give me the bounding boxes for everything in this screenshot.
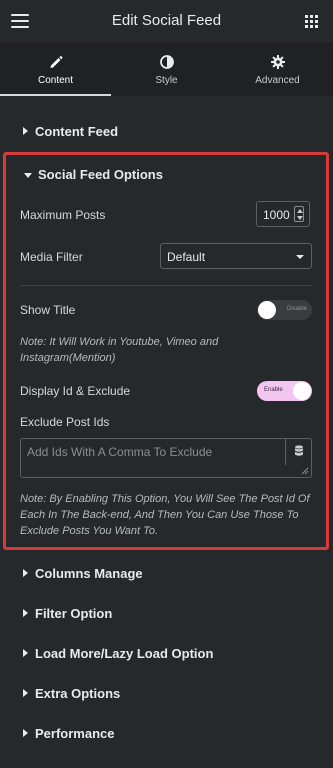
dynamic-tags-button[interactable] xyxy=(285,439,311,465)
media-filter-label: Media Filter xyxy=(20,250,83,264)
section-extra-options[interactable]: Extra Options xyxy=(0,674,333,714)
grid-icon[interactable] xyxy=(305,15,318,28)
maximum-posts-value: 1000 xyxy=(263,208,290,222)
tab-style[interactable]: Style xyxy=(111,42,222,96)
database-icon xyxy=(295,445,303,456)
section-label: Content Feed xyxy=(35,124,119,139)
tab-advanced[interactable]: Advanced xyxy=(222,42,333,96)
caret-right-icon xyxy=(23,689,28,697)
section-filter-option[interactable]: Filter Option xyxy=(0,594,333,634)
caret-down-icon[interactable] xyxy=(24,173,32,178)
show-title-note: Note: It Will Work in Youtube, Vimeo and… xyxy=(20,336,219,364)
caret-right-icon xyxy=(23,569,28,577)
maximum-posts-input[interactable]: 1000 xyxy=(256,201,310,227)
exclude-post-ids-label: Exclude Post Ids xyxy=(20,415,110,429)
show-title-label: Show Title xyxy=(20,303,76,317)
panel-tabs: Content Style Advanced xyxy=(0,42,333,96)
section-label: Performance xyxy=(35,726,115,741)
display-id-toggle[interactable]: Enable xyxy=(257,381,312,401)
toggle-state-text: Enable xyxy=(264,387,283,393)
exclude-post-ids-placeholder: Add Ids With A Comma To Exclude xyxy=(27,445,213,459)
tab-label: Content xyxy=(37,75,74,86)
caret-right-icon xyxy=(23,609,28,617)
gear-icon xyxy=(270,55,285,69)
pencil-icon xyxy=(50,55,63,68)
resize-grip-icon[interactable] xyxy=(299,465,309,475)
spinner-icon[interactable] xyxy=(294,206,304,222)
maximum-posts-label: Maximum Posts xyxy=(20,208,106,222)
section-label: Load More/Lazy Load Option xyxy=(35,646,214,661)
section-label: Filter Option xyxy=(35,606,113,621)
caret-right-icon xyxy=(23,729,28,737)
section-columns-manage[interactable]: Columns Manage xyxy=(0,554,333,594)
section-label[interactable]: Social Feed Options xyxy=(38,167,163,182)
display-id-label: Display Id & Exclude xyxy=(20,384,131,398)
chevron-down-icon xyxy=(296,255,304,259)
caret-right-icon xyxy=(23,127,28,135)
toggle-state-text: Disable xyxy=(286,306,307,312)
exclude-post-ids-field[interactable]: Add Ids With A Comma To Exclude xyxy=(20,438,312,478)
caret-right-icon xyxy=(23,649,28,657)
exclude-note: Note: By Enabling This Option, You Will … xyxy=(20,493,310,537)
section-load-more[interactable]: Load More/Lazy Load Option xyxy=(0,634,333,674)
media-filter-select[interactable]: Default xyxy=(160,243,312,269)
toggle-knob xyxy=(258,301,276,319)
section-content-feed[interactable]: Content Feed xyxy=(0,112,333,152)
tab-content[interactable]: Content xyxy=(0,42,111,96)
divider xyxy=(20,285,312,286)
toggle-knob xyxy=(293,382,311,400)
section-label: Columns Manage xyxy=(35,566,143,581)
tab-label: Style xyxy=(155,75,178,86)
section-performance[interactable]: Performance xyxy=(0,714,333,754)
media-filter-value: Default xyxy=(167,250,206,264)
show-title-toggle[interactable]: Disable xyxy=(257,300,312,320)
half-circle-icon xyxy=(159,55,174,69)
section-label: Extra Options xyxy=(35,686,121,701)
tab-label: Advanced xyxy=(255,75,300,86)
top-bar: Edit Social Feed xyxy=(0,0,333,42)
page-title: Edit Social Feed xyxy=(111,12,222,29)
